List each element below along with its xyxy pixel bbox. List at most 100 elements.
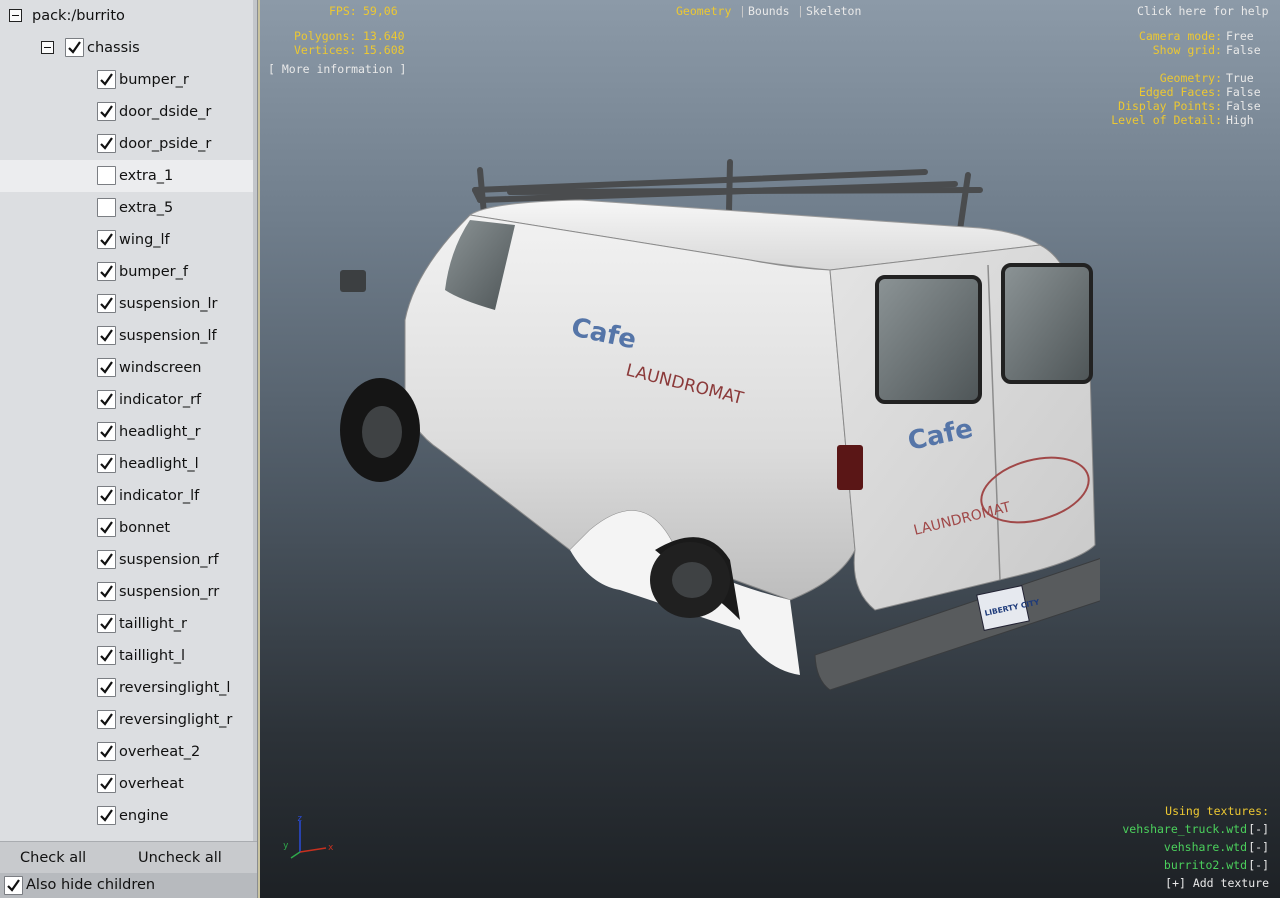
tree-item-headlight-l[interactable]: headlight_l <box>0 448 253 480</box>
tree-item-label: bumper_r <box>119 72 189 88</box>
tree-item-overheat[interactable]: overheat <box>0 768 253 800</box>
collapse-icon[interactable] <box>41 41 54 54</box>
mode-bounds[interactable]: Bounds <box>748 4 790 18</box>
tree-item-indicator-rf[interactable]: indicator_rf <box>0 384 253 416</box>
tree-item-overheat-2[interactable]: overheat_2 <box>0 736 253 768</box>
texture-name: burrito2.wtd <box>1163 858 1247 872</box>
tree-item-wing-lf[interactable]: wing_lf <box>0 224 253 256</box>
tree-item-indicator-lf[interactable]: indicator_lf <box>0 480 253 512</box>
tree-item-engine[interactable]: engine <box>0 800 253 832</box>
help-link[interactable]: Click here for help <box>1137 4 1269 18</box>
tree-item-bumper-r[interactable]: bumper_r <box>0 64 253 96</box>
item-checkbox[interactable] <box>97 358 116 377</box>
checkmark-icon <box>100 361 113 374</box>
checkmark-icon <box>100 137 113 150</box>
tree-item-extra-5[interactable]: extra_5 <box>0 192 253 224</box>
add-texture-button[interactable]: [+] Add texture <box>1165 876 1269 890</box>
tree-item-label: extra_5 <box>119 200 174 216</box>
item-checkbox[interactable] <box>97 550 116 569</box>
setting-value[interactable]: False <box>1226 85 1261 99</box>
setting-value[interactable]: True <box>1226 71 1254 85</box>
item-checkbox[interactable] <box>97 646 116 665</box>
tree-item-windscreen[interactable]: windscreen <box>0 352 253 384</box>
item-checkbox[interactable] <box>97 262 116 281</box>
tree-item-door-dside-r[interactable]: door_dside_r <box>0 96 253 128</box>
mode-skeleton[interactable]: Skeleton <box>806 4 861 18</box>
item-checkbox[interactable] <box>97 806 116 825</box>
rear-window-left <box>875 275 982 404</box>
setting-label: Level of Detail: <box>1111 113 1222 127</box>
tree-group-row[interactable]: chassis <box>0 32 253 64</box>
tree-item-taillight-r[interactable]: taillight_r <box>0 608 253 640</box>
tree-item-bonnet[interactable]: bonnet <box>0 512 253 544</box>
tree-item-reversinglight-l[interactable]: reversinglight_l <box>0 672 253 704</box>
item-checkbox[interactable] <box>97 134 116 153</box>
more-information-link[interactable]: [ More information ] <box>268 62 406 76</box>
remove-texture-button[interactable]: [-] <box>1248 822 1269 836</box>
textures-title: Using textures: <box>1165 804 1269 818</box>
tree-item-label: reversinglight_r <box>119 712 233 728</box>
item-checkbox[interactable] <box>97 326 116 345</box>
item-checkbox[interactable] <box>97 742 116 761</box>
tree-item-bumper-f[interactable]: bumper_f <box>0 256 253 288</box>
item-checkbox[interactable] <box>97 710 116 729</box>
item-checkbox[interactable] <box>97 422 116 441</box>
tree-item-reversinglight-r[interactable]: reversinglight_r <box>0 704 253 736</box>
tree-item-headlight-r[interactable]: headlight_r <box>0 416 253 448</box>
tree-item-extra-1[interactable]: extra_1 <box>0 160 253 192</box>
also-hide-children-checkbox[interactable] <box>4 876 23 895</box>
setting-label: Display Points: <box>1118 99 1222 113</box>
setting-value[interactable]: Free <box>1226 29 1254 43</box>
checkmark-icon <box>100 521 113 534</box>
item-checkbox[interactable] <box>97 454 116 473</box>
collapse-icon[interactable] <box>9 9 22 22</box>
checkmark-icon <box>100 585 113 598</box>
checkmark-icon <box>68 41 81 54</box>
mode-geometry[interactable]: Geometry <box>676 4 731 18</box>
mode-separator: | <box>797 4 804 18</box>
tree-root-row[interactable]: pack:/burrito <box>0 0 253 32</box>
item-checkbox[interactable] <box>97 678 116 697</box>
item-checkbox[interactable] <box>97 774 116 793</box>
tree-item-suspension-rf[interactable]: suspension_rf <box>0 544 253 576</box>
item-checkbox[interactable] <box>97 486 116 505</box>
item-checkbox[interactable] <box>97 230 116 249</box>
item-checkbox[interactable] <box>97 70 116 89</box>
setting-value[interactable]: High <box>1226 113 1254 127</box>
item-checkbox[interactable] <box>97 166 116 185</box>
setting-value[interactable]: False <box>1226 99 1261 113</box>
tree-item-label: wing_lf <box>119 232 170 248</box>
setting-value[interactable]: False <box>1226 43 1261 57</box>
tree-item-taillight-l[interactable]: taillight_l <box>0 640 253 672</box>
setting-label: Show grid: <box>1152 43 1222 57</box>
group-checkbox[interactable] <box>65 38 84 57</box>
tree-item-label: suspension_lr <box>119 296 218 312</box>
remove-texture-button[interactable]: [-] <box>1248 858 1269 872</box>
tree-item-suspension-rr[interactable]: suspension_rr <box>0 576 253 608</box>
tree-item-suspension-lf[interactable]: suspension_lf <box>0 320 253 352</box>
checkmark-icon <box>100 329 113 342</box>
tree-item-label: taillight_l <box>119 648 186 664</box>
check-all-button[interactable]: Check all <box>20 850 86 866</box>
item-checkbox[interactable] <box>97 198 116 217</box>
axis-y-label: y <box>283 841 289 851</box>
uncheck-all-button[interactable]: Uncheck all <box>138 850 222 866</box>
item-checkbox[interactable] <box>97 614 116 633</box>
tree-item-label: indicator_rf <box>119 392 202 408</box>
checkmark-icon <box>100 393 113 406</box>
scrollbar[interactable] <box>253 0 257 841</box>
item-checkbox[interactable] <box>97 582 116 601</box>
tree-item-door-pside-r[interactable]: door_pside_r <box>0 128 253 160</box>
item-checkbox[interactable] <box>97 518 116 537</box>
rear-window-right <box>1001 263 1093 384</box>
axis-gizmo: z x y <box>283 815 334 859</box>
item-checkbox[interactable] <box>97 390 116 409</box>
tree-item-suspension-lr[interactable]: suspension_lr <box>0 288 253 320</box>
remove-texture-button[interactable]: [-] <box>1248 840 1269 854</box>
3d-viewport[interactable]: FPS: 59,06 Geometry | Bounds | Skeleton … <box>258 0 1280 898</box>
also-hide-children-option[interactable]: Also hide children <box>0 873 257 898</box>
item-checkbox[interactable] <box>97 102 116 121</box>
axis-x-label: x <box>328 843 334 853</box>
checkmark-icon <box>100 777 113 790</box>
item-checkbox[interactable] <box>97 294 116 313</box>
